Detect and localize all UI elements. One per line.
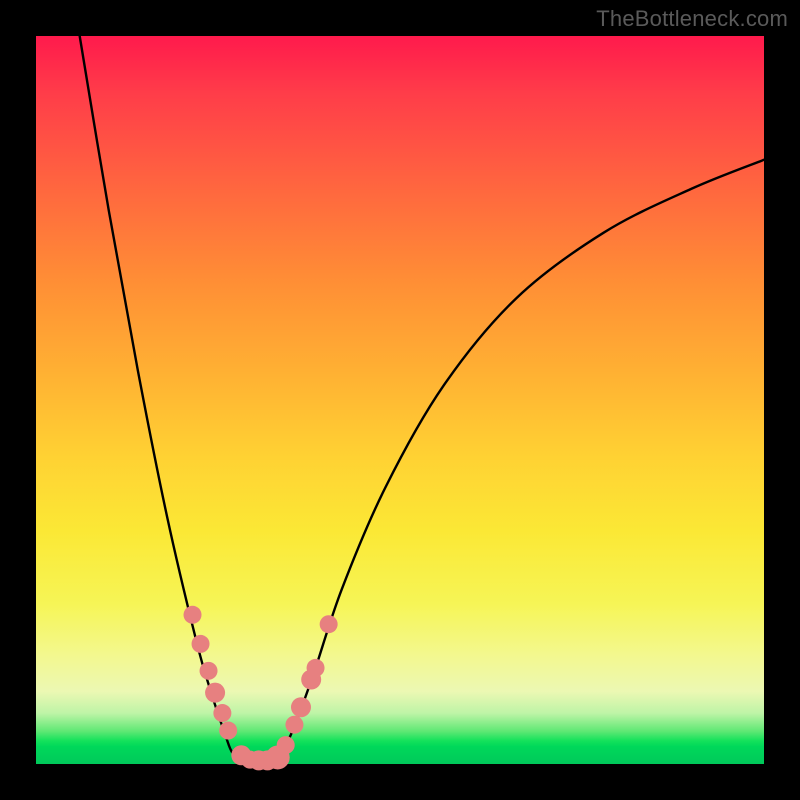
watermark-text: TheBottleneck.com: [596, 6, 788, 32]
marker-group: [184, 606, 338, 771]
marker-dot: [200, 662, 218, 680]
marker-dot: [184, 606, 202, 624]
plot-area: [36, 36, 764, 764]
marker-dot: [320, 615, 338, 633]
marker-dot: [277, 736, 295, 754]
marker-dot: [219, 722, 237, 740]
marker-dot: [307, 659, 325, 677]
marker-dot: [192, 635, 210, 653]
chart-svg: [36, 36, 764, 764]
marker-dot: [205, 683, 225, 703]
marker-dot: [213, 704, 231, 722]
marker-dot: [291, 697, 311, 717]
curve-right-branch: [276, 160, 764, 760]
curve-left-branch: [80, 36, 244, 760]
marker-dot: [285, 716, 303, 734]
chart-frame: TheBottleneck.com: [0, 0, 800, 800]
